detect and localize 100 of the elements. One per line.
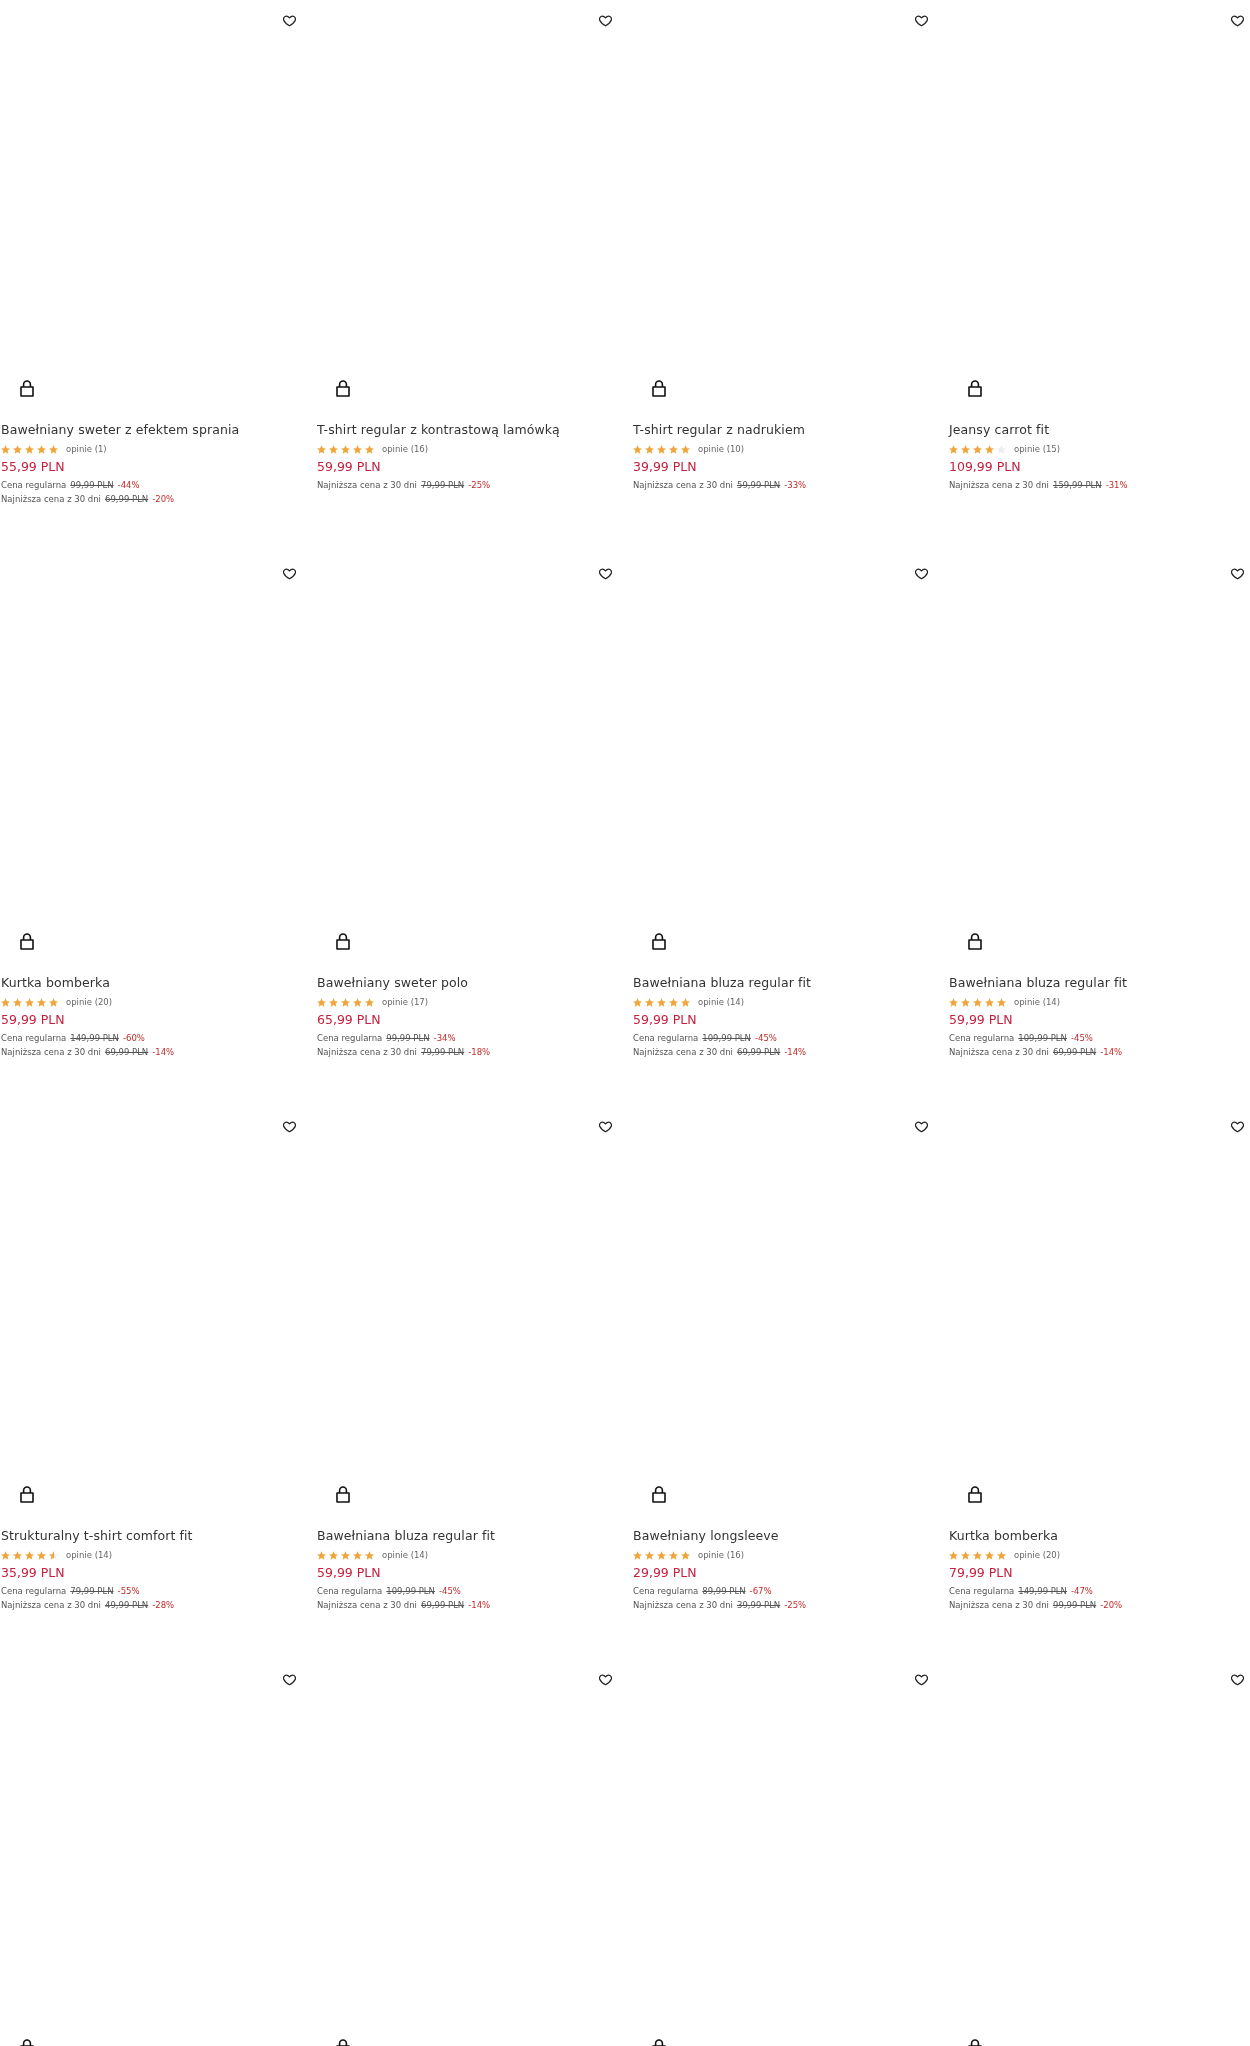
product-title[interactable]: Bawełniany sweter polo (317, 974, 469, 992)
discount-percent: -25% (784, 1599, 807, 1612)
discount-percent: -28% (152, 1599, 175, 1612)
old-price: 159,99 PLN (1052, 479, 1102, 492)
discount-percent: -47% (1070, 1585, 1093, 1598)
star-icon (961, 444, 970, 454)
discount-percent: -14% (468, 1599, 491, 1612)
product-title[interactable]: Bawełniana bluza regular fit (949, 974, 1128, 992)
old-price: 69,99 PLN (736, 1046, 781, 1059)
review-count[interactable]: opinie (20) (1014, 1549, 1061, 1561)
star-icon (341, 444, 350, 454)
old-price: 69,99 PLN (104, 493, 149, 506)
star-icon (985, 997, 994, 1007)
price-note-label: Najniższa cena z 30 dni (1, 1599, 101, 1612)
star-icon (973, 444, 982, 454)
product-title[interactable]: Jeansy carrot fit (949, 421, 1050, 439)
star-icon (633, 444, 642, 454)
discount-percent: -14% (152, 1046, 175, 1059)
star-icon (317, 1550, 326, 1560)
old-price: 99,99 PLN (70, 479, 114, 492)
star-icon (365, 997, 374, 1007)
old-price: 109,99 PLN (702, 1032, 751, 1045)
star-icon (657, 997, 666, 1007)
star-icon (681, 444, 690, 454)
review-count[interactable]: opinie (15) (1014, 443, 1061, 455)
price-note-label: Cena regularna (317, 1585, 383, 1598)
star-icon (341, 997, 350, 1007)
price-note-label: Najniższa cena z 30 dni (317, 479, 417, 492)
old-price: 149,99 PLN (70, 1032, 119, 1045)
star-icon (317, 997, 326, 1007)
star-icon (13, 1550, 22, 1560)
star-icon (985, 1550, 994, 1560)
price-note-label: Cena regularna (1, 1032, 67, 1045)
star-icon (37, 444, 46, 454)
product-title[interactable]: Bawełniana bluza regular fit (633, 974, 812, 992)
star-icon (1, 1550, 10, 1560)
shopping-bag-icon (336, 933, 350, 950)
price-note-label: Najniższa cena z 30 dni (317, 1599, 417, 1612)
product-title[interactable]: T-shirt regular z nadrukiem (633, 421, 805, 439)
discount-percent: -55% (117, 1585, 140, 1598)
star-icon (949, 1550, 958, 1560)
price-note-label: Najniższa cena z 30 dni (949, 479, 1049, 492)
discount-percent: -20% (1100, 1599, 1123, 1612)
review-count[interactable]: opinie (14) (1014, 996, 1061, 1008)
star-icon (645, 1550, 654, 1560)
review-count[interactable]: opinie (10) (698, 443, 745, 455)
review-count[interactable]: opinie (14) (382, 1549, 429, 1561)
old-price: 39,99 PLN (736, 1599, 781, 1612)
review-count[interactable]: opinie (16) (698, 1549, 745, 1561)
star-icon (633, 997, 642, 1007)
star-icon (669, 444, 678, 454)
price-note-label: Najniższa cena z 30 dni (1, 1046, 101, 1059)
star-icon (669, 1550, 678, 1560)
star-icon (1, 997, 10, 1007)
product-title[interactable]: T-shirt regular z kontrastową lamówką (317, 421, 560, 439)
product-title[interactable]: Bawełniany longsleeve (633, 1527, 779, 1545)
review-count[interactable]: opinie (16) (382, 443, 429, 455)
product-price: 59,99 PLN (1, 1011, 65, 1029)
discount-percent: -31% (1105, 479, 1128, 492)
old-price: 79,99 PLN (420, 1046, 465, 1059)
product-title[interactable]: Kurtka bomberka (949, 1527, 1058, 1545)
old-price: 79,99 PLN (70, 1585, 114, 1598)
shopping-bag-icon (20, 933, 34, 950)
star-icon (961, 997, 970, 1007)
star-icon (353, 997, 362, 1007)
shopping-bag-icon (336, 1486, 350, 1503)
product-price: 59,99 PLN (317, 1564, 381, 1582)
discount-percent: -14% (1100, 1046, 1123, 1059)
price-note-label: Cena regularna (633, 1585, 699, 1598)
discount-percent: -45% (438, 1585, 461, 1598)
price-note-label: Cena regularna (633, 1032, 699, 1045)
review-count[interactable]: opinie (20) (66, 996, 113, 1008)
old-price: 49,99 PLN (104, 1599, 149, 1612)
star-icon (961, 1550, 970, 1560)
price-note-label: Najniższa cena z 30 dni (633, 1599, 733, 1612)
shopping-bag-icon (968, 1486, 982, 1503)
price-note-label: Najniższa cena z 30 dni (633, 479, 733, 492)
review-count[interactable]: opinie (1) (66, 443, 107, 455)
shopping-bag-icon (20, 1486, 34, 1503)
review-count[interactable]: opinie (17) (382, 996, 429, 1008)
shopping-bag-icon (20, 380, 34, 397)
price-note-label: Najniższa cena z 30 dni (1, 493, 101, 506)
price-note-label: Najniższa cena z 30 dni (633, 1046, 733, 1059)
price-note-label: Cena regularna (949, 1032, 1015, 1045)
product-title[interactable]: Kurtka bomberka (1, 974, 110, 992)
star-icon (973, 997, 982, 1007)
product-title[interactable]: Strukturalny t-shirt comfort fit (1, 1527, 193, 1545)
star-icon (25, 1550, 34, 1560)
discount-percent: -18% (468, 1046, 491, 1059)
discount-percent: -45% (754, 1032, 777, 1045)
product-title[interactable]: Bawełniany sweter z efektem sprania (1, 421, 240, 439)
product-title[interactable]: Bawełniana bluza regular fit (317, 1527, 496, 1545)
star-icon (329, 444, 338, 454)
half-star-icon (49, 1550, 58, 1560)
product-price: 29,99 PLN (633, 1564, 697, 1582)
review-count[interactable]: opinie (14) (698, 996, 745, 1008)
review-count[interactable]: opinie (14) (66, 1549, 113, 1561)
product-price: 59,99 PLN (317, 458, 381, 476)
discount-percent: -33% (784, 479, 807, 492)
product-price: 59,99 PLN (633, 1011, 697, 1029)
